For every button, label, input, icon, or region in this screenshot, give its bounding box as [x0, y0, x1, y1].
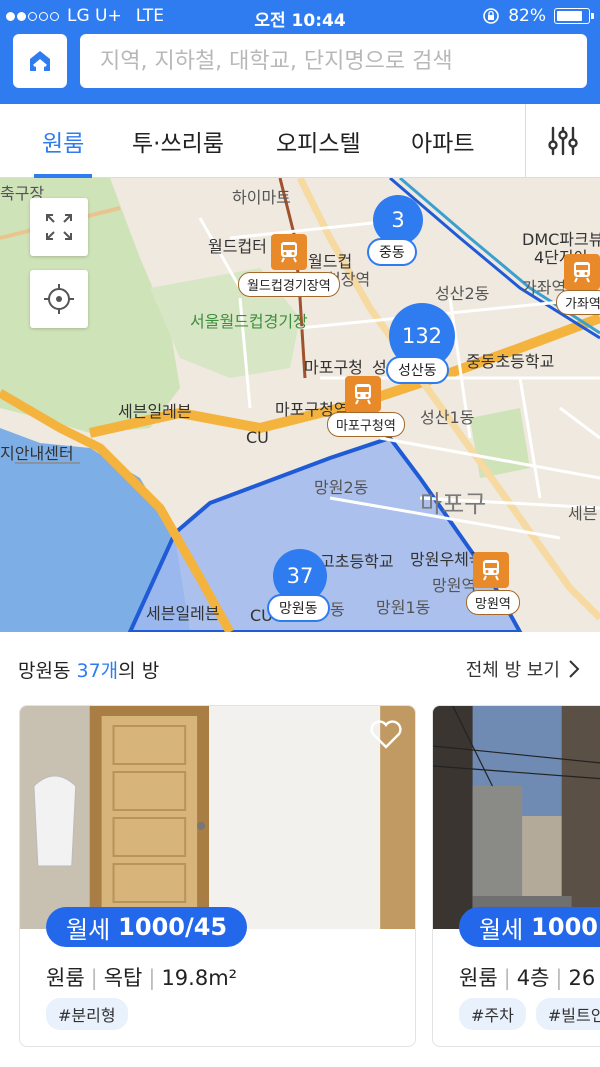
room-card[interactable]: 월세 1000 원룸 | 4층 | 26 #주차 #빌트인 — [432, 705, 600, 1047]
map-label: CU — [246, 428, 269, 447]
map-label: 세븐일레븐 — [118, 402, 192, 421]
map-label: 하이마트 — [232, 188, 291, 207]
separator: | — [90, 966, 98, 990]
map-label: 성산1동 — [420, 408, 475, 427]
room-card[interactable]: 월세 1000/45 원룸 | 옥탑 | 19.8m² #분리형 — [19, 705, 416, 1047]
room-tag: #빌트인 — [535, 998, 600, 1030]
separator: | — [503, 966, 511, 990]
filter-sliders-icon — [548, 126, 578, 156]
map-label: 세븐일레븐 — [146, 604, 220, 623]
subway-station-icon[interactable] — [473, 552, 509, 588]
listing-header: 망원동 37개의 방 전체 방 보기 — [0, 632, 600, 702]
map-label: 세븐 — [568, 504, 598, 523]
listing-title: 망원동 37개의 방 — [18, 656, 159, 683]
view-all-link[interactable]: 전체 방 보기 — [466, 656, 580, 682]
train-icon — [355, 384, 371, 405]
map-cluster-label[interactable]: 성산동 — [386, 356, 449, 384]
subway-station-label[interactable]: 가좌역 — [556, 290, 600, 315]
room-floor: 4층 — [516, 966, 550, 990]
map-label: 성 — [372, 358, 387, 377]
price-type: 월세 — [66, 915, 111, 944]
house-logo-icon — [30, 51, 50, 71]
battery-icon — [554, 8, 594, 24]
app-screen: LG U+ LTE 오전 10:44 82% 원룸 투·쓰리룸 오피스텔 아파트 — [0, 0, 600, 1067]
fullscreen-button[interactable] — [30, 198, 88, 256]
room-type-tabs: 원룸 투·쓰리룸 오피스텔 아파트 — [0, 104, 600, 178]
listing-area: 망원동 — [18, 660, 71, 682]
map-label: 동 — [330, 600, 345, 619]
tab-apartment[interactable]: 아파트 — [411, 104, 474, 178]
subway-station-icon[interactable] — [271, 234, 307, 270]
train-icon — [574, 262, 590, 283]
map-label: 월드컵터 — [208, 237, 267, 256]
status-bar: LG U+ LTE 오전 10:44 82% — [0, 0, 600, 34]
map-label: 지안내센터 — [0, 444, 74, 463]
map-label: 성산2동 — [435, 284, 490, 303]
tab-officetel[interactable]: 오피스텔 — [276, 104, 361, 178]
subway-station-label[interactable]: 망원역 — [466, 590, 520, 615]
filter-button[interactable] — [525, 104, 600, 178]
separator: | — [148, 966, 156, 990]
app-logo-button[interactable] — [13, 34, 67, 88]
subway-station-label[interactable]: 마포구청역 — [327, 412, 405, 437]
price-badge: 월세 1000/45 — [46, 907, 248, 947]
train-icon — [281, 242, 297, 263]
map-label: 망원2동 — [314, 478, 369, 497]
subway-station-icon[interactable] — [564, 254, 600, 290]
tab-oneroom[interactable]: 원룸 — [33, 104, 93, 178]
map-label: 마포구청 — [304, 358, 363, 377]
search-box[interactable] — [80, 34, 587, 88]
price-type: 월세 — [479, 915, 524, 944]
tab-two-three-room[interactable]: 투·쓰리룸 — [132, 104, 224, 178]
heart-icon[interactable] — [369, 720, 403, 750]
separator: | — [555, 966, 563, 990]
map-label: 망원1동 — [376, 598, 431, 617]
view-all-label: 전체 방 보기 — [465, 660, 560, 681]
room-photo — [433, 706, 600, 929]
search-input[interactable] — [100, 48, 587, 74]
room-tag: #분리형 — [46, 998, 128, 1030]
price-badge: 월세 1000 — [459, 907, 600, 947]
my-location-button[interactable] — [30, 270, 88, 328]
room-tags: #분리형 — [46, 998, 128, 1030]
room-size: 26 — [568, 966, 596, 990]
map-label: 마포구 — [420, 490, 487, 518]
subway-station-label[interactable]: 월드컵경기장역 — [238, 272, 340, 297]
room-photo — [20, 706, 415, 929]
price-value: 1000 — [531, 913, 598, 941]
crosshair-icon — [44, 284, 74, 314]
room-floor: 옥탑 — [103, 966, 143, 990]
map-cluster-label[interactable]: 망원동 — [267, 594, 330, 622]
map-label: 서울월드컵경기장 — [190, 312, 308, 331]
expand-icon — [46, 214, 72, 240]
map-view[interactable]: 축구장 하이마트 월드컵터 월드컵 청장역 DMC파크뷰 4단지아 가좌역 성산… — [0, 178, 600, 632]
listing-count: 37개 — [76, 660, 119, 682]
price-value: 1000/45 — [118, 913, 228, 941]
room-tag: #주차 — [459, 998, 526, 1030]
rotation-lock-icon — [483, 8, 500, 24]
header: LG U+ LTE 오전 10:44 82% — [0, 0, 600, 104]
room-type: 원룸 — [46, 966, 85, 990]
subway-station-icon[interactable] — [345, 376, 381, 412]
room-tags: #주차 #빌트인 — [459, 998, 600, 1030]
map-cluster-label[interactable]: 중동 — [367, 238, 417, 266]
map-label: 중동초등학교 — [466, 352, 555, 371]
room-info: 원룸 | 옥탑 | 19.8m² — [46, 962, 237, 992]
status-right: 82% — [482, 6, 594, 26]
train-icon — [483, 560, 499, 581]
room-size: 19.8m² — [161, 966, 238, 990]
room-info: 원룸 | 4층 | 26 — [459, 962, 595, 992]
chevron-right-icon — [569, 660, 580, 678]
listing-suffix: 의 방 — [118, 660, 160, 682]
map-label: 고초등학교 — [320, 552, 394, 571]
room-type: 원룸 — [459, 966, 498, 990]
battery-percent: 82% — [508, 6, 546, 26]
